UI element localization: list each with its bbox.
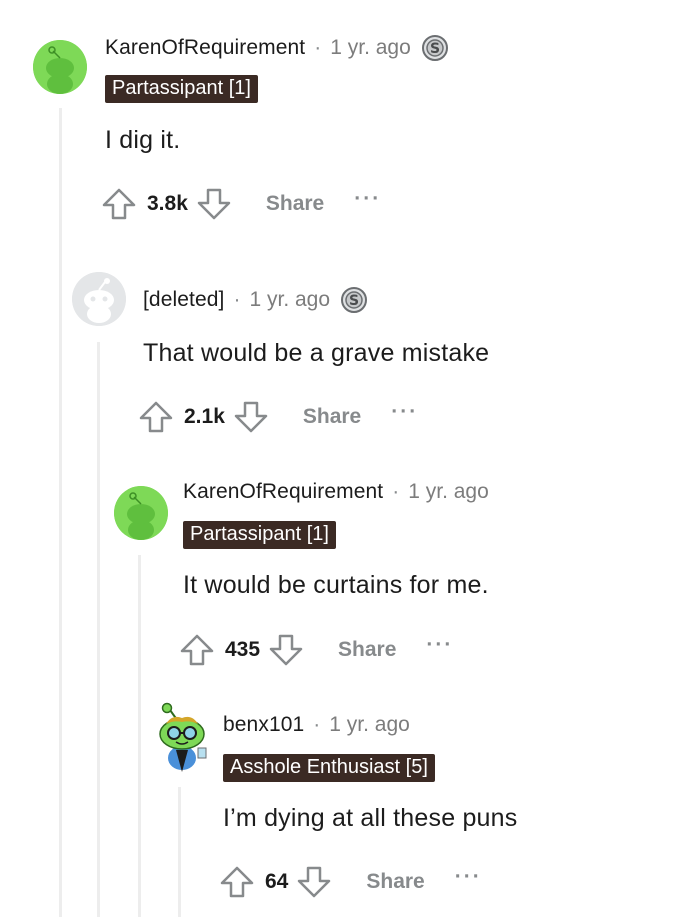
- avatar[interactable]: [72, 272, 126, 326]
- vote-score: 64: [265, 870, 289, 893]
- timestamp[interactable]: 1 yr. ago: [329, 713, 410, 737]
- silver-award-icon[interactable]: S: [421, 34, 449, 62]
- separator: ·: [314, 36, 322, 59]
- custom-snoo-avatar-icon: [159, 702, 207, 772]
- thread-line[interactable]: [178, 787, 181, 917]
- user-flair: Partassipant [1]: [105, 75, 258, 103]
- user-flair: Asshole Enthusiast [5]: [223, 754, 435, 782]
- username[interactable]: [deleted]: [143, 288, 224, 312]
- svg-text:S: S: [430, 41, 440, 57]
- share-button[interactable]: Share: [303, 405, 361, 429]
- avatar[interactable]: [114, 486, 168, 540]
- comment-body: I’m dying at all these puns: [223, 804, 518, 832]
- username[interactable]: benx101: [223, 713, 304, 737]
- downvote-icon[interactable]: [268, 632, 304, 668]
- username[interactable]: KarenOfRequirement: [105, 36, 305, 60]
- silver-award-icon[interactable]: S: [340, 286, 368, 314]
- vote-score: 3.8k: [147, 192, 188, 215]
- avatar[interactable]: [33, 40, 87, 94]
- upvote-icon[interactable]: [138, 399, 174, 435]
- upvote-icon[interactable]: [101, 186, 137, 222]
- downvote-icon[interactable]: [196, 186, 232, 222]
- timestamp[interactable]: 1 yr. ago: [330, 36, 411, 60]
- comment-body: I dig it.: [105, 126, 181, 154]
- timestamp[interactable]: 1 yr. ago: [408, 480, 489, 504]
- upvote-icon[interactable]: [179, 632, 215, 668]
- share-button[interactable]: Share: [266, 192, 324, 216]
- more-options-button[interactable]: ···: [426, 633, 453, 657]
- more-options-button[interactable]: ···: [455, 865, 482, 889]
- separator: ·: [233, 288, 241, 311]
- downvote-icon[interactable]: [233, 399, 269, 435]
- more-options-button[interactable]: ···: [354, 187, 381, 211]
- svg-text:S: S: [349, 293, 359, 309]
- username[interactable]: KarenOfRequirement: [183, 480, 383, 504]
- comment-body: That would be a grave mistake: [143, 339, 490, 367]
- comment-body: It would be curtains for me.: [183, 571, 489, 599]
- vote-score: 2.1k: [184, 405, 225, 428]
- avatar[interactable]: [152, 702, 212, 774]
- separator: ·: [392, 480, 400, 503]
- share-button[interactable]: Share: [366, 870, 424, 894]
- upvote-icon[interactable]: [219, 864, 255, 900]
- snoo-icon: [33, 40, 87, 94]
- user-flair: Partassipant [1]: [183, 521, 336, 549]
- downvote-icon[interactable]: [296, 864, 332, 900]
- more-options-button[interactable]: ···: [391, 400, 418, 424]
- thread-line[interactable]: [138, 555, 141, 917]
- thread-line[interactable]: [97, 342, 100, 917]
- vote-score: 435: [225, 638, 261, 661]
- snoo-icon: [114, 486, 168, 540]
- separator: ·: [313, 713, 321, 736]
- thread-line[interactable]: [59, 108, 62, 917]
- deleted-user-icon: [72, 272, 126, 326]
- timestamp[interactable]: 1 yr. ago: [249, 288, 330, 312]
- share-button[interactable]: Share: [338, 638, 396, 662]
